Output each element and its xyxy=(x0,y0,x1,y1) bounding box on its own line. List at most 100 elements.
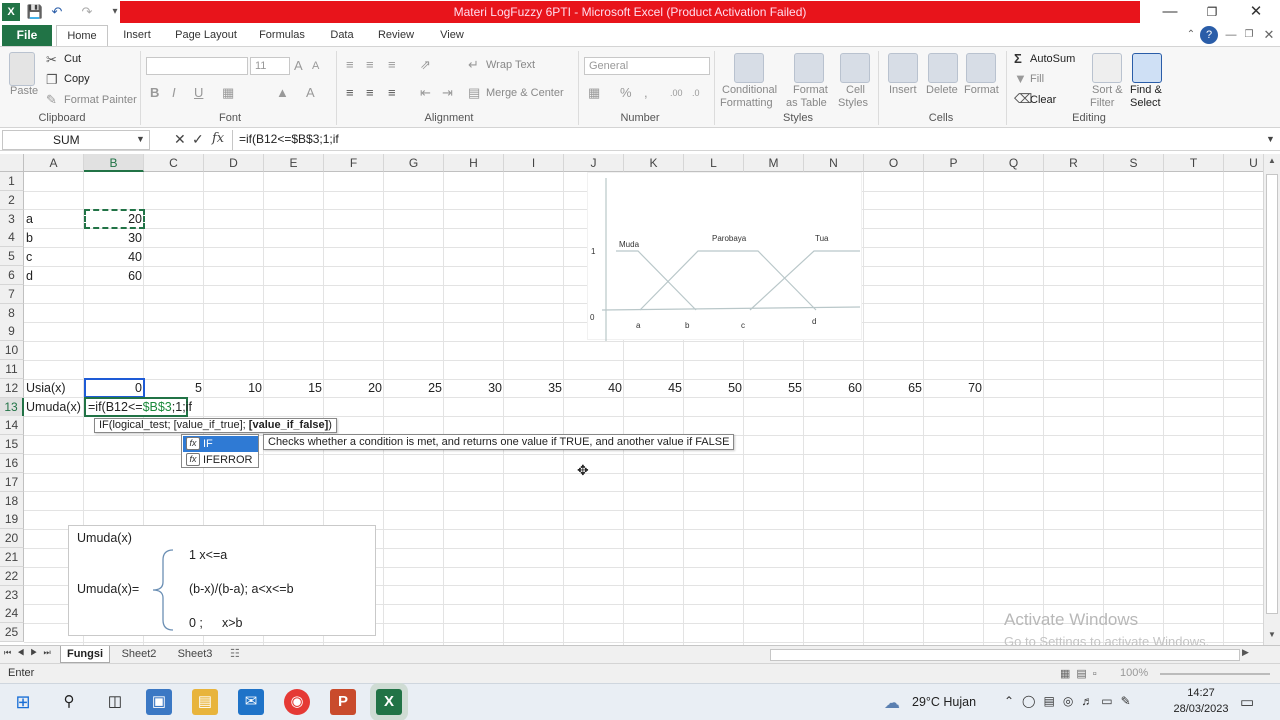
clear-button[interactable]: Clear xyxy=(1030,94,1056,106)
membership-function-chart[interactable]: Muda Parobaya Tua 1 0 a b c d xyxy=(587,172,862,341)
column-header-l[interactable]: L xyxy=(684,154,744,172)
row-header-13[interactable]: 13 xyxy=(0,397,24,417)
format-painter-button[interactable]: Format Painter xyxy=(64,94,137,106)
formula-input[interactable]: =if(B12<=$B$3;1;if xyxy=(232,130,1262,150)
accounting-format-icon[interactable]: ▦ xyxy=(588,85,600,101)
search-icon[interactable]: ⚲ xyxy=(56,689,82,715)
vertical-scroll-thumb[interactable] xyxy=(1266,174,1278,614)
notification-icon[interactable]: ▭ xyxy=(1240,693,1254,711)
scroll-up-icon[interactable]: ▲ xyxy=(1268,156,1276,165)
comma-style-icon[interactable]: , xyxy=(644,85,648,101)
row-header-19[interactable]: 19 xyxy=(0,510,24,530)
column-header-f[interactable]: F xyxy=(324,154,384,172)
row-header-7[interactable]: 7 xyxy=(0,284,24,304)
collapse-ribbon-icon[interactable]: ⌃ xyxy=(1182,26,1200,44)
row-header-5[interactable]: 5 xyxy=(0,247,24,267)
column-header-t[interactable]: T xyxy=(1164,154,1224,172)
row-header-10[interactable]: 10 xyxy=(0,341,24,361)
row-header-6[interactable]: 6 xyxy=(0,266,24,285)
find-select-label-1[interactable]: Find & xyxy=(1130,84,1162,96)
scroll-right-icon[interactable]: ▶ xyxy=(1242,647,1249,658)
column-header-u[interactable]: U xyxy=(1224,154,1263,172)
row-header-15[interactable]: 15 xyxy=(0,435,24,455)
weather-text[interactable]: 29°C Hujan xyxy=(912,695,976,709)
row-header-11[interactable]: 11 xyxy=(0,360,24,379)
help-icon[interactable]: ? xyxy=(1200,26,1218,44)
horizontal-scrollbar[interactable] xyxy=(770,649,1240,661)
decrease-indent-icon[interactable]: ⇤ xyxy=(420,85,431,101)
increase-decimal-icon[interactable]: .00 xyxy=(670,85,683,101)
redo-icon[interactable]: ↷ xyxy=(78,3,96,21)
cell-row12-l[interactable]: 50 xyxy=(684,379,744,398)
tab-file[interactable]: File xyxy=(2,25,52,46)
select-all-corner[interactable] xyxy=(0,154,24,172)
view-buttons[interactable]: ▦▤▫ xyxy=(1060,667,1103,680)
sheet-tab-sheet2[interactable]: Sheet2 xyxy=(114,646,164,663)
row-header-4[interactable]: 4 xyxy=(0,228,24,248)
cell-a4[interactable]: b xyxy=(26,229,33,248)
weather-icon[interactable]: ☁ xyxy=(884,693,900,713)
row-header-2[interactable]: 2 xyxy=(0,190,24,210)
cancel-entry-icon[interactable]: ✕ xyxy=(174,131,186,148)
align-left-icon[interactable]: ≡ xyxy=(346,85,354,101)
column-header-m[interactable]: M xyxy=(744,154,804,172)
mail-icon[interactable]: ✉ xyxy=(238,689,264,715)
italic-icon[interactable]: I xyxy=(172,85,176,101)
file-explorer-icon[interactable]: ▤ xyxy=(192,689,218,715)
row-header-3[interactable]: 3 xyxy=(0,209,24,229)
column-header-n[interactable]: N xyxy=(804,154,864,172)
autocomplete-item-iferror[interactable]: fx IFERROR xyxy=(183,452,258,468)
windows-start-icon[interactable]: ⊞ xyxy=(10,689,36,715)
zoom-slider[interactable] xyxy=(1160,673,1270,675)
align-right-icon[interactable]: ≡ xyxy=(388,85,396,101)
row-header-9[interactable]: 9 xyxy=(0,322,24,342)
increase-indent-icon[interactable]: ⇥ xyxy=(442,85,453,101)
minimize-button[interactable]: — xyxy=(1150,0,1190,24)
percent-style-icon[interactable]: % xyxy=(620,85,632,101)
cell-row12-d[interactable]: 10 xyxy=(204,379,264,398)
cell-a13[interactable]: Umuda(x) xyxy=(26,398,81,417)
column-header-r[interactable]: R xyxy=(1044,154,1104,172)
column-header-a[interactable]: A xyxy=(24,154,84,172)
cell-a5[interactable]: c xyxy=(26,248,32,267)
font-name-combo[interactable] xyxy=(146,57,248,75)
excel-taskbar-icon[interactable]: X xyxy=(376,689,402,715)
autosum-button[interactable]: AutoSum xyxy=(1030,53,1075,65)
align-top-icon[interactable]: ≡ xyxy=(346,57,354,73)
sheet-tab-sheet3[interactable]: Sheet3 xyxy=(170,646,220,663)
task-view-icon[interactable]: ◫ xyxy=(102,689,128,715)
clock-time[interactable]: 14:27 xyxy=(1176,687,1226,699)
column-header-c[interactable]: C xyxy=(144,154,204,172)
row-header-21[interactable]: 21 xyxy=(0,548,24,567)
cell-a6[interactable]: d xyxy=(26,267,33,286)
orientation-icon[interactable]: ⇗ xyxy=(420,57,431,73)
column-header-k[interactable]: K xyxy=(624,154,684,172)
border-icon[interactable]: ▦ xyxy=(222,85,234,101)
number-format-combo[interactable]: General xyxy=(584,57,710,75)
row-header-8[interactable]: 8 xyxy=(0,303,24,323)
workbook-restore-icon[interactable]: ❐ xyxy=(1240,26,1258,44)
find-select-label-2[interactable]: Select xyxy=(1130,97,1161,109)
decrease-decimal-icon[interactable]: .0 xyxy=(692,85,700,101)
tab-review[interactable]: Review xyxy=(372,25,420,46)
shrink-font-icon[interactable]: A xyxy=(312,58,319,74)
clock-date[interactable]: 28/03/2023 xyxy=(1168,703,1234,715)
fill-button[interactable]: Fill xyxy=(1030,73,1044,85)
name-box[interactable]: SUM xyxy=(2,130,150,150)
column-header-s[interactable]: S xyxy=(1104,154,1164,172)
cell-row12-e[interactable]: 15 xyxy=(264,379,324,398)
tab-page-layout[interactable]: Page Layout xyxy=(168,25,244,46)
font-color-icon[interactable]: A xyxy=(306,85,315,101)
restore-button[interactable]: ❐ xyxy=(1192,0,1232,24)
tab-formulas[interactable]: Formulas xyxy=(252,25,312,46)
column-header-b[interactable]: B xyxy=(84,154,144,172)
tab-data[interactable]: Data xyxy=(322,25,362,46)
format-as-table-label-1[interactable]: Format xyxy=(793,84,828,96)
conditional-formatting-label-2[interactable]: Formatting xyxy=(720,97,773,109)
bold-icon[interactable]: B xyxy=(150,85,159,101)
row-header-18[interactable]: 18 xyxy=(0,491,24,511)
confirm-entry-icon[interactable]: ✓ xyxy=(192,131,204,148)
vertical-scrollbar[interactable]: ▲ ▼ xyxy=(1263,154,1280,645)
cell-row12-m[interactable]: 55 xyxy=(744,379,804,398)
cell-styles-label-2[interactable]: Styles xyxy=(838,97,868,109)
